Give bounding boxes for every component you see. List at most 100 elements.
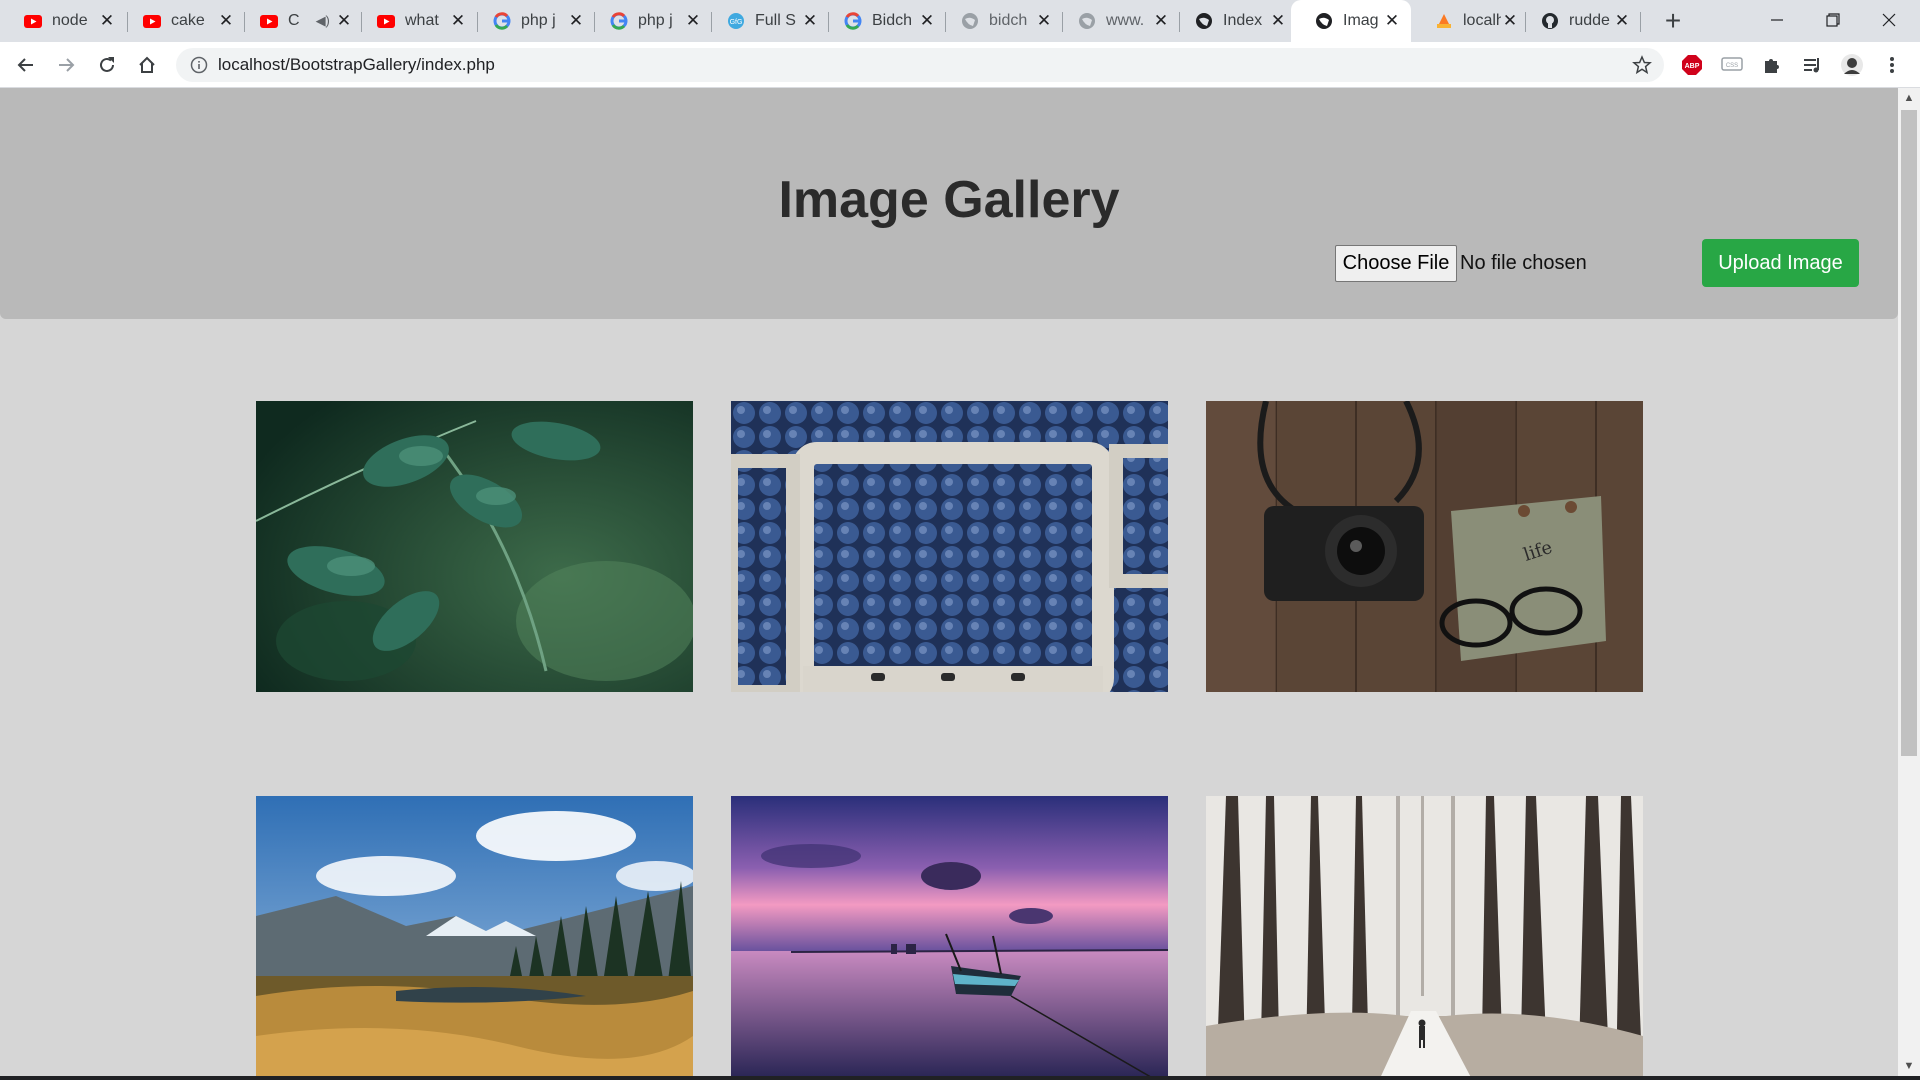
restore-button[interactable] — [1805, 0, 1861, 40]
header-jumbotron: Image Gallery Choose File No file chosen… — [0, 88, 1898, 319]
tab-title: Index — [1223, 12, 1263, 29]
tab-youtube-audio[interactable]: C ◀) ✕ — [236, 0, 363, 42]
boat-sunset-photo — [731, 796, 1168, 1078]
tab-github[interactable]: rudde ✕ — [1517, 0, 1641, 42]
youtube-icon — [24, 12, 42, 30]
tab-bidch[interactable]: bidch ✕ — [937, 0, 1063, 42]
google-icon — [493, 12, 511, 30]
profile-avatar[interactable] — [1838, 51, 1866, 79]
speaker-icon[interactable]: ◀) — [316, 13, 335, 29]
browser-toolbar: localhost/BootstrapGallery/index.php ABP… — [0, 42, 1920, 88]
close-icon[interactable]: ✕ — [684, 11, 702, 30]
reload-button[interactable] — [91, 49, 123, 81]
tab-title: bidch — [989, 12, 1028, 29]
globe-icon — [1078, 12, 1096, 30]
google-icon — [610, 12, 628, 30]
page-scrollbar-thumb[interactable] — [1901, 110, 1917, 756]
tab-separator — [1640, 12, 1641, 32]
meadow-photo — [256, 796, 693, 1078]
tab-title: php j — [521, 12, 556, 29]
info-icon[interactable] — [190, 56, 208, 74]
tab-php-2[interactable]: php j ✕ — [586, 0, 712, 42]
tab-title: Imag — [1343, 12, 1379, 29]
svg-text:GfG: GfG — [730, 19, 743, 26]
xampp-icon — [1435, 12, 1453, 30]
new-tab-button[interactable]: + — [1658, 5, 1688, 36]
page-viewport: Image Gallery Choose File No file chosen… — [0, 88, 1898, 1078]
gallery-image-snow-forest[interactable] — [1206, 796, 1643, 1078]
close-icon[interactable]: ✕ — [335, 11, 353, 30]
tab-localhost[interactable]: localh ✕ — [1411, 0, 1529, 42]
adblock-icon[interactable]: ABP — [1678, 51, 1706, 79]
gallery-image-meadow[interactable] — [256, 796, 693, 1078]
tab-title: node — [52, 12, 88, 29]
choose-file-button[interactable]: Choose File — [1335, 245, 1457, 282]
gallery-image-blueberries[interactable] — [731, 401, 1168, 692]
tab-php-1[interactable]: php j ✕ — [469, 0, 595, 42]
globe-icon — [961, 12, 979, 30]
tab-title: Bidch — [872, 12, 913, 29]
close-icon[interactable]: ✕ — [217, 11, 235, 30]
globe-icon — [1315, 12, 1333, 30]
close-icon[interactable]: ✕ — [918, 11, 936, 30]
forward-arrow-icon — [59, 58, 75, 72]
close-icon[interactable]: ✕ — [1383, 11, 1401, 30]
bookmark-star-icon[interactable] — [1630, 53, 1654, 77]
tab-www[interactable]: www. ✕ — [1054, 0, 1180, 42]
tab-title: C — [288, 12, 300, 29]
reload-icon — [100, 57, 114, 72]
home-button[interactable] — [131, 49, 163, 81]
close-icon[interactable]: ✕ — [1269, 11, 1287, 30]
close-icon[interactable]: ✕ — [567, 11, 585, 30]
tab-cake[interactable]: cake ✕ — [119, 0, 245, 42]
tab-title: Full S — [755, 12, 796, 29]
tab-strip: node ✕ cake ✕ C ◀) ✕ what ✕ php j ✕ php … — [0, 0, 1920, 42]
github-icon — [1541, 12, 1559, 30]
tab-what[interactable]: what ✕ — [353, 0, 477, 42]
tab-title: what — [405, 12, 439, 29]
close-icon[interactable]: ✕ — [1152, 11, 1170, 30]
tab-image-gallery-active[interactable]: Imag ✕ — [1291, 0, 1411, 42]
address-bar[interactable]: localhost/BootstrapGallery/index.php — [176, 48, 1664, 82]
gallery-image-boat[interactable] — [731, 796, 1168, 1078]
tab-title: php j — [638, 12, 673, 29]
tab-title: cake — [171, 12, 205, 29]
file-status-text: No file chosen — [1460, 252, 1587, 274]
gallery-image-camera[interactable]: life — [1206, 401, 1643, 692]
minimize-button[interactable] — [1749, 0, 1805, 40]
extensions-puzzle-icon[interactable] — [1758, 51, 1786, 79]
forward-button[interactable] — [50, 49, 82, 81]
close-icon[interactable]: ✕ — [1035, 11, 1053, 30]
camera-photo: life — [1206, 401, 1643, 692]
page-title: Image Gallery — [778, 171, 1120, 229]
youtube-icon — [377, 12, 395, 30]
close-window-button[interactable] — [1861, 0, 1917, 40]
youtube-icon — [260, 12, 278, 30]
tab-title: www. — [1106, 12, 1145, 29]
close-icon[interactable]: ✕ — [801, 11, 819, 30]
parsley-photo — [256, 401, 693, 692]
taskbar-edge — [0, 1076, 1920, 1080]
tab-bidch-google[interactable]: Bidch ✕ — [820, 0, 946, 42]
back-button[interactable] — [10, 49, 42, 81]
media-queue-icon[interactable] — [1798, 51, 1826, 79]
tab-full-stack[interactable]: GfG Full S ✕ — [703, 0, 829, 42]
scroll-down-arrow[interactable]: ▼ — [1898, 1056, 1920, 1076]
url-text[interactable]: localhost/BootstrapGallery/index.php — [218, 48, 495, 82]
tab-title: rudde — [1569, 12, 1610, 29]
upload-image-button[interactable]: Upload Image — [1702, 239, 1859, 287]
tab-index[interactable]: Index ✕ — [1171, 0, 1297, 42]
site-icon: GfG — [727, 12, 745, 30]
gallery-image-parsley[interactable] — [256, 401, 693, 692]
scroll-up-arrow[interactable]: ▲ — [1898, 88, 1920, 108]
tab-node[interactable]: node ✕ — [0, 0, 126, 42]
svg-text:ABP: ABP — [1685, 63, 1700, 70]
close-icon[interactable]: ✕ — [1613, 11, 1631, 30]
youtube-icon — [143, 12, 161, 30]
browser-menu-icon[interactable] — [1878, 51, 1906, 79]
close-icon[interactable]: ✕ — [98, 11, 116, 30]
google-icon — [844, 12, 862, 30]
svg-text:CSS: CSS — [1726, 63, 1738, 69]
close-icon[interactable]: ✕ — [449, 11, 467, 30]
css-extension-icon[interactable]: CSS — [1718, 51, 1746, 79]
